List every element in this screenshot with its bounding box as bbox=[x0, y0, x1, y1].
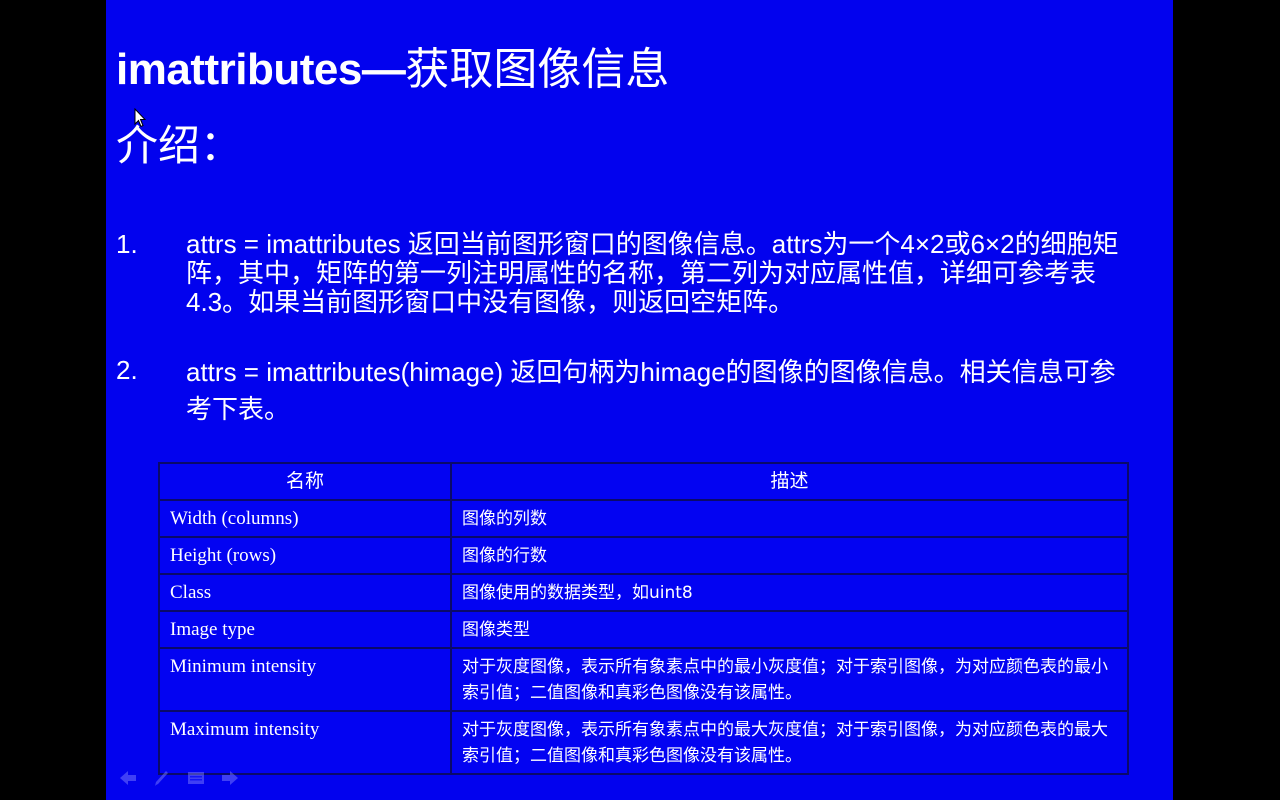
list-item-body: attrs = imattributes(himage) 返回句柄为himage… bbox=[186, 354, 1126, 428]
title-function-name: imattributes bbox=[116, 45, 362, 94]
previous-slide-icon[interactable] bbox=[118, 768, 138, 788]
attribute-name: Height (rows) bbox=[158, 536, 452, 575]
list-item-code: attrs = imattributes(himage) bbox=[186, 357, 504, 387]
table-row: Class 图像使用的数据类型，如uint8 bbox=[158, 573, 1129, 612]
attribute-description: 图像的行数 bbox=[450, 536, 1129, 575]
column-header-name: 名称 bbox=[158, 462, 452, 501]
presentation-slide: imattributes—获取图像信息 介绍： 1. attrs = imatt… bbox=[106, 0, 1173, 800]
list-item-code: attrs = imattributes bbox=[186, 229, 401, 259]
table-row: Height (rows) 图像的行数 bbox=[158, 536, 1129, 575]
slide-menu-icon[interactable] bbox=[186, 768, 206, 788]
attribute-name: Maximum intensity bbox=[158, 710, 452, 775]
slideshow-nav bbox=[118, 768, 240, 788]
table-row: Image type 图像类型 bbox=[158, 610, 1129, 649]
attribute-description: 对于灰度图像，表示所有象素点中的最大灰度值；对于索引图像，为对应颜色表的最大索引… bbox=[450, 710, 1129, 775]
title-description: 获取图像信息 bbox=[405, 45, 670, 94]
attribute-description: 图像类型 bbox=[450, 610, 1129, 649]
title-dash: — bbox=[361, 45, 406, 94]
attributes-table: 名称 描述 Width (columns) 图像的列数 Height (rows… bbox=[158, 462, 1129, 775]
table-row: Minimum intensity 对于灰度图像，表示所有象素点中的最小灰度值；… bbox=[158, 647, 1129, 712]
attribute-name: Width (columns) bbox=[158, 499, 452, 538]
attribute-name: Minimum intensity bbox=[158, 647, 452, 712]
mouse-cursor-icon bbox=[134, 108, 146, 128]
attribute-description: 对于灰度图像，表示所有象素点中的最小灰度值；对于索引图像，为对应颜色表的最小索引… bbox=[450, 647, 1129, 712]
attribute-name: Image type bbox=[158, 610, 452, 649]
pen-icon[interactable] bbox=[152, 768, 172, 788]
table-row: Maximum intensity 对于灰度图像，表示所有象素点中的最大灰度值；… bbox=[158, 710, 1129, 775]
list-item-body: attrs = imattributes 返回当前图形窗口的图像信息。attrs… bbox=[186, 230, 1126, 317]
slide-title: imattributes—获取图像信息 bbox=[116, 42, 669, 98]
table-row: Width (columns) 图像的列数 bbox=[158, 499, 1129, 538]
attribute-name: Class bbox=[158, 573, 452, 612]
table-header-row: 名称 描述 bbox=[158, 462, 1129, 501]
list-item-number: 1. bbox=[116, 229, 138, 259]
column-header-description: 描述 bbox=[450, 462, 1129, 501]
attribute-description: 图像的列数 bbox=[450, 499, 1129, 538]
attribute-description: 图像使用的数据类型，如uint8 bbox=[450, 573, 1129, 612]
list-item-number: 2. bbox=[116, 355, 138, 385]
next-slide-icon[interactable] bbox=[220, 768, 240, 788]
